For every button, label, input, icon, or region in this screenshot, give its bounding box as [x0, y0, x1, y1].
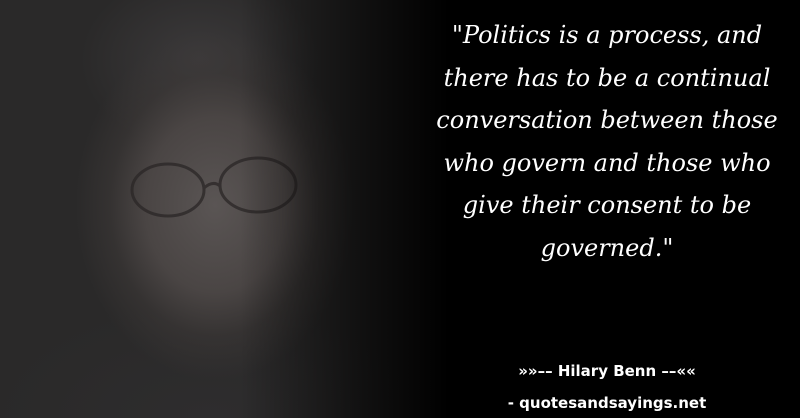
quote-author: »»–– Hilary Benn ––««	[518, 362, 696, 380]
quote-text: "Politics is a process, and there has to…	[436, 21, 778, 262]
source-site: - quotesandsayings.net	[507, 394, 707, 412]
